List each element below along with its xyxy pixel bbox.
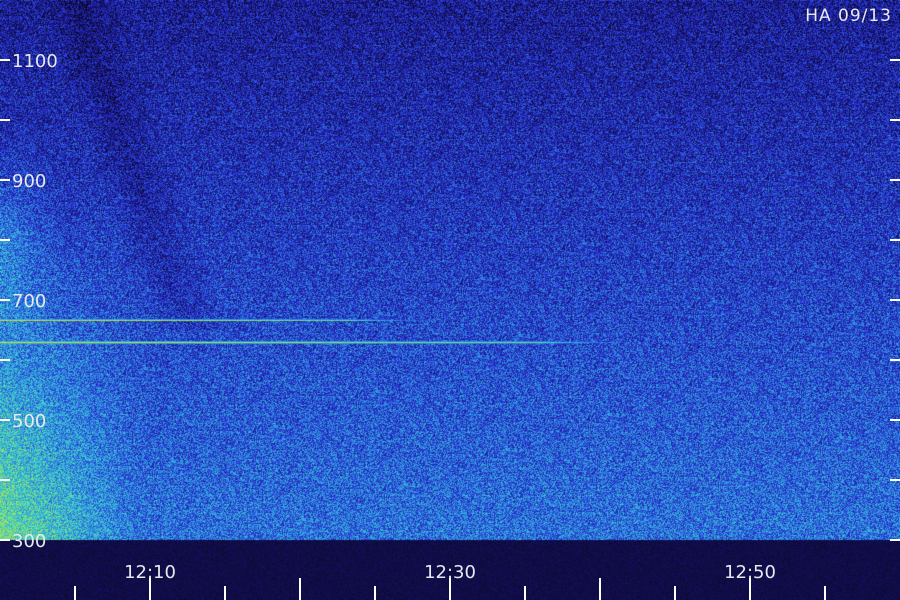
y-tick-label: 900 — [12, 171, 46, 192]
y-axis: 300 500 700 900 1100 — [0, 51, 900, 552]
y-tick-label: 700 — [12, 291, 46, 312]
x-axis: 12:10 12:30 12:50 — [74, 562, 826, 600]
x-tick-label: 12:10 — [124, 562, 176, 583]
chart-title: HA 09/13 — [805, 6, 892, 26]
x-tick-label: 12:50 — [724, 562, 776, 583]
y-tick-label: 500 — [12, 411, 46, 432]
chart-axes: 300 500 700 900 1100 12:10 12:30 12:50 — [0, 51, 900, 600]
y-tick-label: 300 — [12, 531, 46, 552]
spectrogram-chart: 300 500 700 900 1100 12:10 12:30 12:50 HA 09/1… — [0, 0, 900, 600]
x-tick-label: 12:30 — [424, 562, 476, 583]
y-tick-label: 1100 — [12, 51, 58, 72]
